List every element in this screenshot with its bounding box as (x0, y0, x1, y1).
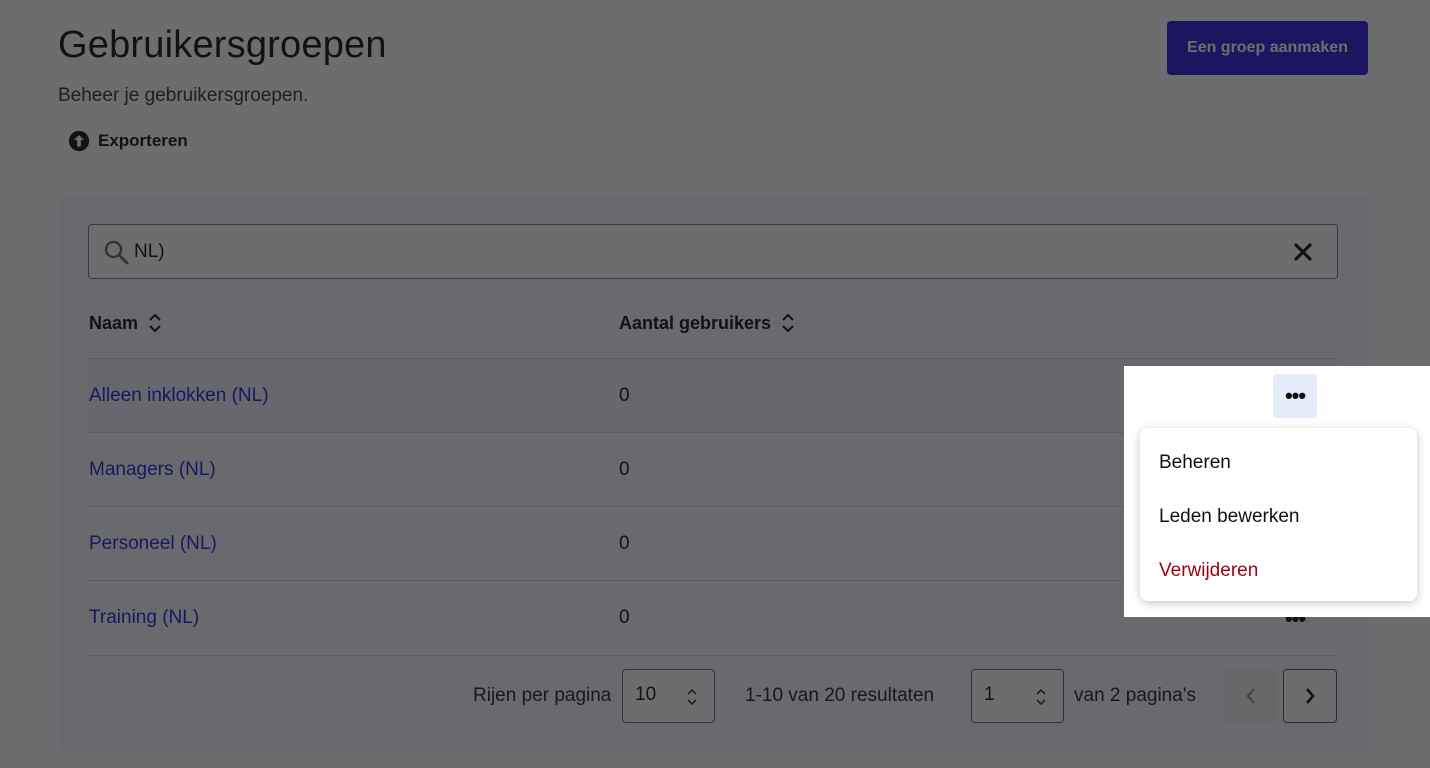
group-link[interactable]: Alleen inklokken (NL) (89, 385, 269, 407)
column-header-count[interactable]: Aantal gebruikers (619, 312, 795, 334)
row-actions-button-active[interactable]: ••• (1273, 374, 1317, 418)
search-icon (104, 240, 129, 265)
user-count: 0 (619, 607, 630, 628)
chevron-updown-icon (687, 688, 697, 706)
chevron-right-icon (1306, 688, 1315, 704)
rows-per-page-label: Rijen per pagina (473, 685, 612, 706)
previous-page-button[interactable] (1224, 669, 1278, 723)
rows-per-page-select[interactable]: 10 (622, 669, 715, 723)
column-header-name-label: Naam (89, 312, 139, 333)
column-header-count-label: Aantal gebruikers (619, 312, 772, 333)
user-count: 0 (619, 385, 630, 406)
menu-item-edit-members[interactable]: Leden bewerken (1140, 490, 1417, 544)
page-subtitle: Beheer je gebruikersgroepen. (58, 85, 309, 106)
chevron-updown-icon (1036, 688, 1046, 706)
search-box (88, 224, 1338, 279)
export-label: Exporteren (98, 131, 188, 150)
group-link[interactable]: Training (NL) (89, 607, 199, 629)
column-header-name[interactable]: Naam (89, 312, 162, 334)
upload-arrow-circle-icon (68, 130, 90, 152)
page-title: Gebruikersgroepen (58, 24, 387, 66)
sort-updown-icon (782, 313, 794, 333)
menu-item-delete[interactable]: Verwijderen (1140, 544, 1417, 598)
user-count: 0 (619, 533, 630, 554)
sort-updown-icon (149, 313, 161, 333)
close-icon[interactable] (1291, 240, 1315, 264)
user-count: 0 (619, 459, 630, 480)
results-text: 1-10 van 20 resultaten (745, 685, 935, 706)
chevron-left-icon (1246, 688, 1255, 704)
group-link[interactable]: Personeel (NL) (89, 533, 217, 555)
page-select[interactable]: 1 (971, 669, 1064, 723)
menu-item-manage[interactable]: Beheren (1140, 436, 1417, 490)
rows-per-page-value: 10 (635, 684, 657, 705)
search-input[interactable] (134, 235, 1234, 269)
next-page-button[interactable] (1283, 669, 1337, 723)
group-link[interactable]: Managers (NL) (89, 459, 216, 481)
pages-text: van 2 pagina's (1074, 685, 1196, 706)
table-divider (88, 655, 1338, 656)
export-button[interactable]: Exporteren (68, 130, 188, 152)
row-actions-menu: Beheren Leden bewerken Verwijderen (1140, 428, 1417, 601)
page-value: 1 (984, 684, 995, 705)
create-group-button[interactable]: Een groep aanmaken (1167, 21, 1368, 75)
